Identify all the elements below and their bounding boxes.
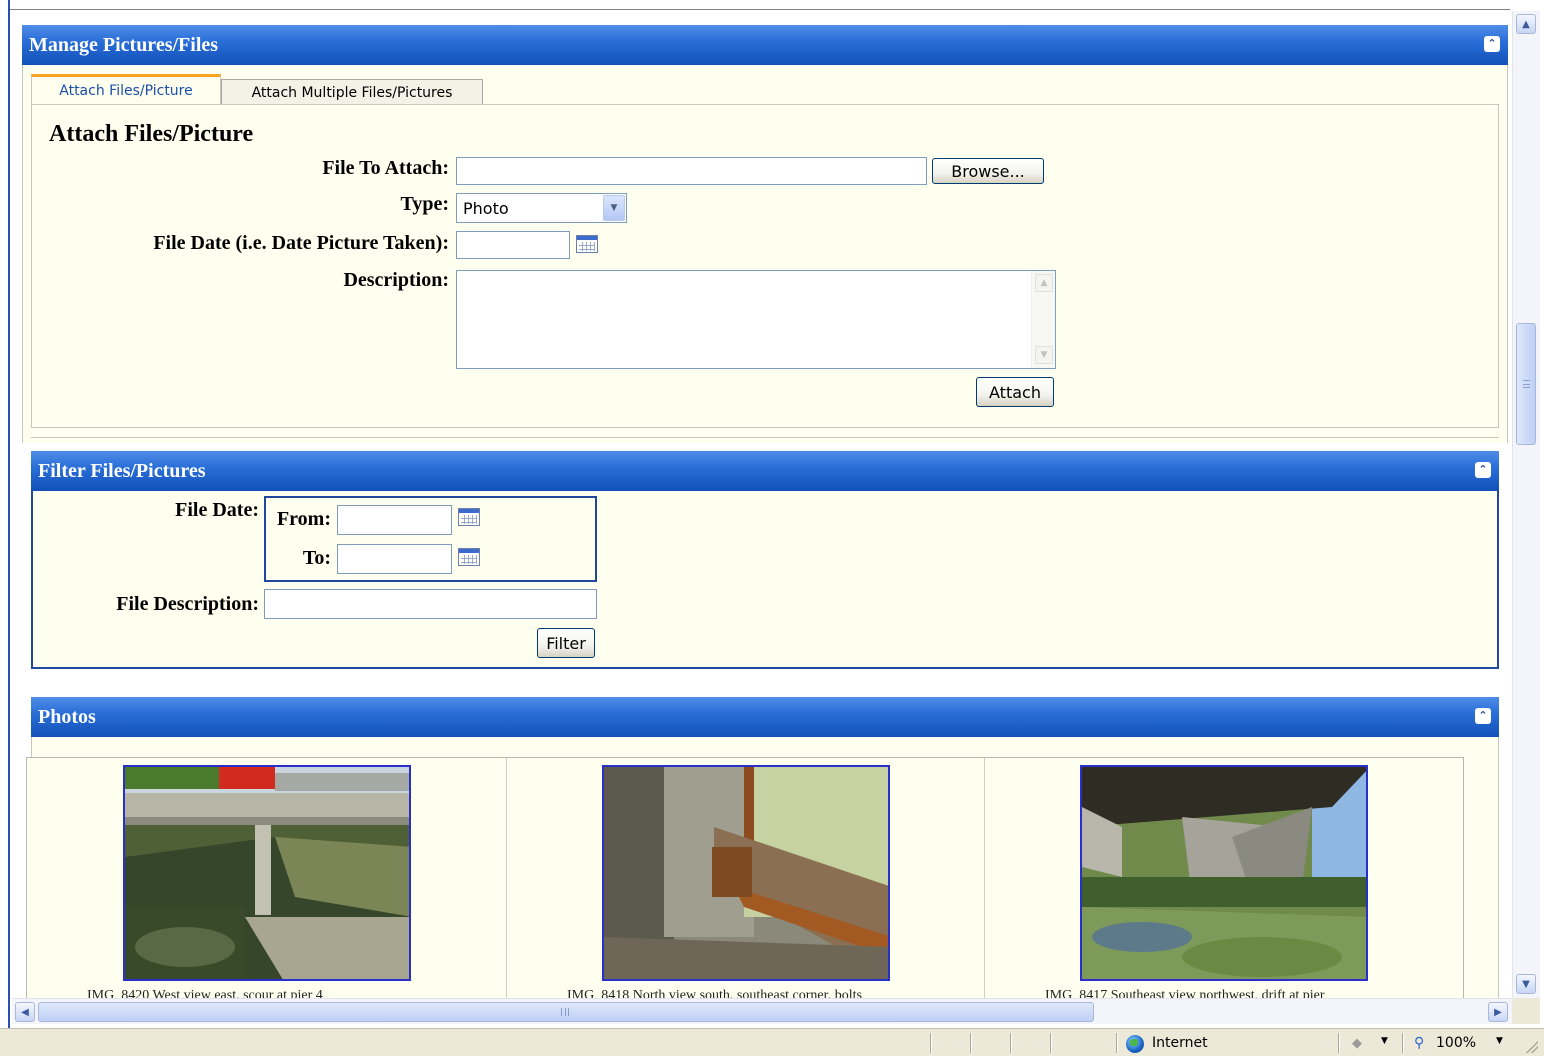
file-description-label: File Description:: [116, 593, 259, 615]
calendar-icon[interactable]: [458, 548, 480, 566]
security-zone-text: Internet: [1152, 1035, 1208, 1051]
chevron-down-icon[interactable]: ▼: [1381, 1036, 1388, 1046]
chevron-up-icon[interactable]: ▲: [1516, 14, 1536, 34]
attach-form-heading: Attach Files/Picture: [49, 121, 254, 147]
tab-label: Attach Files/Picture: [59, 83, 193, 99]
attach-form-container: Attach Files/Picture File To Attach: Bro…: [31, 104, 1499, 428]
photo-cell: IMG_8420 West view east, scour at pier 4: [27, 758, 507, 998]
zoom-level[interactable]: 100%: [1436, 1035, 1476, 1051]
filter-panel-header[interactable]: Filter Files/Pictures ⌃: [31, 451, 1499, 491]
status-separator: [930, 1033, 932, 1053]
file-date-filter-label: File Date:: [175, 499, 259, 521]
collapse-icon[interactable]: ⌃: [1475, 462, 1491, 478]
shield-icon[interactable]: ◆: [1352, 1036, 1362, 1051]
date-range-box: From: To:: [264, 496, 597, 582]
file-date-label: File Date (i.e. Date Picture Taken):: [153, 232, 449, 254]
chevron-down-icon[interactable]: ▼: [1516, 974, 1536, 994]
attach-button[interactable]: Attach: [976, 377, 1054, 407]
chevron-down-icon[interactable]: ▼: [603, 195, 625, 221]
window-left-frame: [0, 0, 10, 1028]
type-select[interactable]: Photo ▼: [456, 193, 627, 223]
file-date-input[interactable]: [456, 231, 570, 259]
file-description-input[interactable]: [264, 589, 597, 619]
photo-thumbnail-2[interactable]: [602, 765, 890, 981]
photo-image: [125, 767, 409, 979]
photo-cell: IMG_8418 North view south, southeast cor…: [507, 758, 985, 998]
from-date-input[interactable]: [337, 505, 452, 535]
chevron-down-icon[interactable]: ▼: [1496, 1036, 1503, 1046]
from-label: From:: [276, 508, 331, 530]
filter-button[interactable]: Filter: [537, 628, 595, 658]
photo-caption-3[interactable]: IMG_8417 Southeast view northwest, drift…: [1045, 988, 1325, 998]
status-separator: [1050, 1033, 1052, 1053]
chevron-right-icon[interactable]: ▶: [1488, 1002, 1508, 1022]
calendar-icon[interactable]: [576, 235, 598, 253]
textarea-scrollbar[interactable]: ▲ ▼: [1031, 271, 1055, 368]
photo-caption-1[interactable]: IMG_8420 West view east, scour at pier 4: [87, 988, 323, 998]
photo-image: [1082, 767, 1366, 979]
zoom-icon[interactable]: ⚲: [1414, 1035, 1424, 1051]
manage-panel-header[interactable]: Manage Pictures/Files ⌃: [22, 25, 1508, 65]
type-label: Type:: [400, 193, 449, 215]
status-separator: [1402, 1033, 1404, 1053]
photo-image: [604, 767, 888, 979]
browse-button[interactable]: Browse...: [932, 158, 1044, 184]
grip-icon: [561, 1008, 569, 1016]
collapse-icon[interactable]: ⌃: [1475, 708, 1491, 724]
photo-cell: IMG_8417 Southeast view northwest, drift…: [985, 758, 1463, 998]
filter-panel-body: File Date: From: To: File Description: F…: [31, 491, 1499, 669]
status-bar: Internet ◆ ▼ ⚲ 100% ▼: [0, 1028, 1544, 1056]
to-label: To:: [302, 547, 331, 569]
file-to-attach-label: File To Attach:: [322, 157, 449, 179]
photo-grid: IMG_8420 West view east, scour at pier 4…: [26, 757, 1464, 998]
chevron-left-icon[interactable]: ◀: [15, 1002, 35, 1022]
collapse-icon[interactable]: ⌃: [1484, 36, 1500, 52]
vertical-scrollbar[interactable]: ▲ ▼: [1512, 11, 1540, 998]
type-select-value: Photo: [463, 198, 509, 218]
vertical-scroll-thumb[interactable]: [1516, 323, 1536, 445]
description-textarea[interactable]: ▲ ▼: [456, 270, 1056, 369]
calendar-icon[interactable]: [458, 508, 480, 526]
status-separator: [970, 1033, 972, 1053]
photos-panel-header[interactable]: Photos ⌃: [31, 697, 1499, 737]
status-separator: [1010, 1033, 1012, 1053]
divider: [31, 437, 1499, 438]
tab-attach-file[interactable]: Attach Files/Picture: [31, 74, 221, 105]
photo-caption-2[interactable]: IMG_8418 North view south, southeast cor…: [567, 988, 862, 998]
photos-panel-title: Photos: [38, 705, 96, 728]
to-date-input[interactable]: [337, 544, 452, 574]
status-separator: [1116, 1033, 1118, 1053]
tab-attach-multiple[interactable]: Attach Multiple Files/Pictures: [221, 79, 483, 105]
window-top-edge: [10, 0, 1510, 10]
horizontal-scrollbar[interactable]: ◀ ▶: [12, 998, 1512, 1024]
status-separator: [1338, 1033, 1340, 1053]
chevron-down-icon[interactable]: ▼: [1035, 346, 1053, 364]
photo-thumbnail-3[interactable]: [1080, 765, 1368, 981]
description-label: Description:: [343, 269, 449, 291]
tab-label: Attach Multiple Files/Pictures: [251, 84, 453, 101]
grip-icon: [1523, 380, 1530, 388]
photo-thumbnail-1[interactable]: [123, 765, 411, 981]
page-viewport: Manage Pictures/Files ⌃ Attach Files/Pic…: [12, 11, 1512, 998]
chevron-up-icon[interactable]: ▲: [1035, 274, 1053, 292]
file-path-input[interactable]: [456, 157, 927, 185]
filter-panel-title: Filter Files/Pictures: [38, 459, 206, 482]
horizontal-scroll-thumb[interactable]: [38, 1002, 1094, 1022]
globe-icon: [1126, 1035, 1144, 1053]
manage-panel-title: Manage Pictures/Files: [29, 33, 219, 56]
resize-grip-icon[interactable]: [1526, 1041, 1538, 1053]
scrollbar-corner: [1512, 998, 1540, 1024]
